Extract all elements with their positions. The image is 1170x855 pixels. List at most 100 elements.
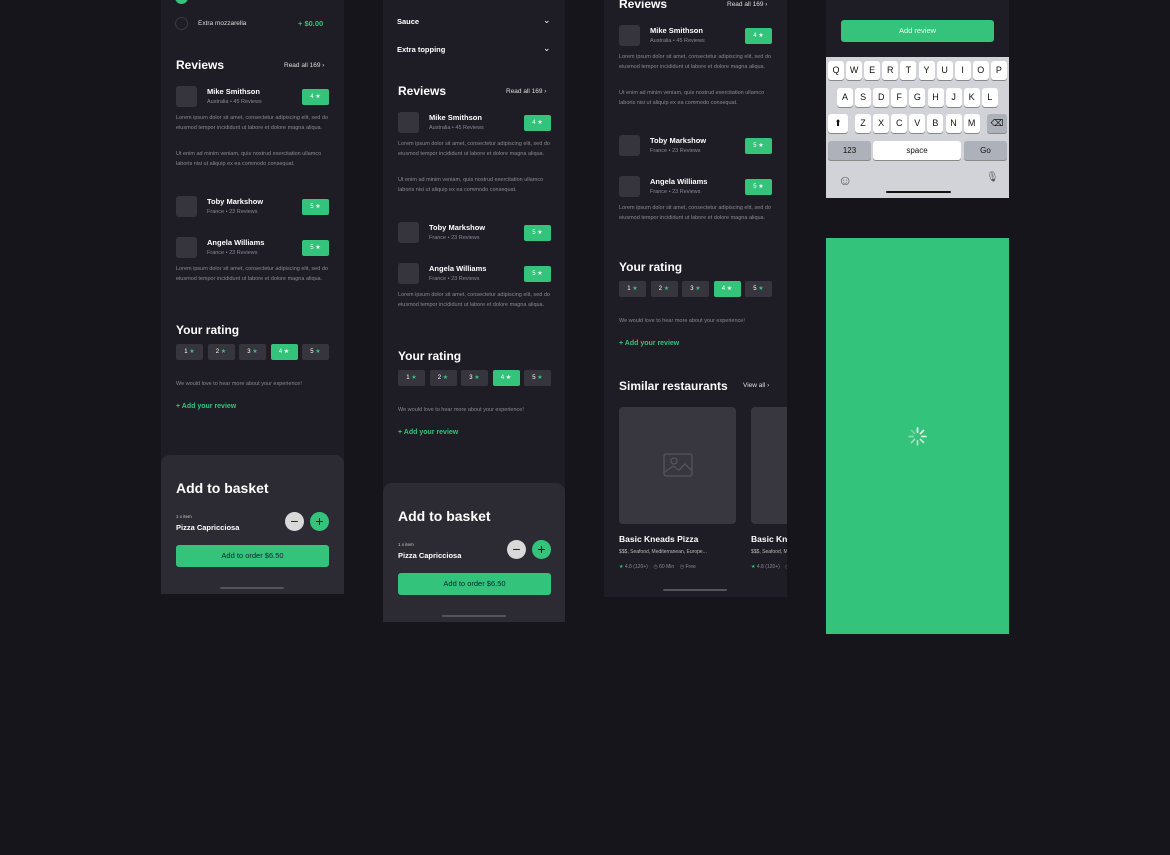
add-your-review-link[interactable]: + Add your review	[398, 429, 458, 436]
reviewer-meta: France • 23 Reviews	[650, 189, 701, 195]
key-l[interactable]: L	[981, 88, 998, 107]
reviewer-name: Mike Smithson	[650, 26, 703, 35]
key-u[interactable]: U	[936, 61, 953, 80]
decrease-quantity-button[interactable]: −	[507, 540, 526, 559]
chevron-down-icon[interactable]: ⌄	[543, 15, 551, 26]
rating-badge: 4 ★	[524, 115, 551, 131]
rating-option-3[interactable]: 3 ★	[239, 344, 266, 360]
key-q[interactable]: Q	[828, 61, 844, 80]
review-text: Lorem ipsum dolor sit amet, consectetur …	[398, 292, 550, 308]
chevron-down-icon[interactable]: ⌄	[543, 43, 551, 54]
increase-quantity-button[interactable]: +	[310, 512, 329, 531]
key-o[interactable]: O	[972, 61, 989, 80]
rating-option-1[interactable]: 1 ★	[398, 370, 425, 386]
reviewer-name: Mike Smithson	[429, 113, 482, 122]
key-c[interactable]: C	[891, 114, 908, 133]
item-count: 1 x item	[176, 514, 192, 519]
add-review-button[interactable]: Add review	[841, 20, 994, 42]
go-key[interactable]: Go	[964, 141, 1007, 160]
key-w[interactable]: W	[846, 61, 863, 80]
key-y[interactable]: Y	[918, 61, 935, 80]
restaurant-stats: ★ 4.8 (120+) ◷ 60 Min ◷ Free	[619, 564, 696, 570]
key-t[interactable]: T	[900, 61, 917, 80]
key-d[interactable]: D	[873, 88, 890, 107]
home-indicator	[663, 589, 727, 591]
read-all-link[interactable]: Read all 169 ›	[506, 88, 546, 95]
rating-option-1[interactable]: 1 ★	[176, 344, 203, 360]
key-i[interactable]: I	[954, 61, 971, 80]
backspace-key[interactable]: ⌫	[987, 114, 1007, 133]
rating-badge: 5 ★	[745, 138, 772, 154]
key-n[interactable]: N	[945, 114, 962, 133]
rating-option-5[interactable]: 5 ★	[524, 370, 551, 386]
restaurant-stats: ★ 4.8 (120+) ◷ 60 Min ◷ Free	[751, 564, 787, 570]
rating-option-2[interactable]: 2 ★	[429, 370, 457, 386]
key-f[interactable]: F	[891, 88, 908, 107]
sauce-dropdown[interactable]: Sauce	[397, 17, 419, 26]
shift-key[interactable]: ⬆	[828, 114, 848, 133]
rating-option-2[interactable]: 2 ★	[207, 344, 235, 360]
option-radio[interactable]	[175, 17, 188, 30]
add-to-order-button[interactable]: Add to order $6.50	[398, 573, 551, 595]
rating-option-1[interactable]: 1 ★	[619, 281, 646, 297]
key-g[interactable]: G	[909, 88, 926, 107]
screen-loading	[826, 238, 1009, 634]
rating-option-4[interactable]: 4 ★	[492, 370, 520, 386]
emoji-icon[interactable]: ☺	[838, 172, 852, 188]
rating-option-4[interactable]: 4 ★	[713, 281, 741, 297]
reviewer-meta: Australia • 45 Reviews	[650, 38, 705, 44]
rating-option-3[interactable]: 3 ★	[461, 370, 488, 386]
rating-option-3[interactable]: 3 ★	[682, 281, 709, 297]
star-icon: ★	[313, 94, 321, 100]
space-key[interactable]: space	[873, 141, 961, 160]
read-all-link[interactable]: Read all 169 ›	[284, 62, 324, 69]
restaurant-image[interactable]	[751, 407, 787, 524]
rating-option-5[interactable]: 5 ★	[302, 344, 329, 360]
rating-option-5[interactable]: 5 ★	[745, 281, 772, 297]
numbers-key[interactable]: 123	[828, 141, 871, 160]
rating-option-4[interactable]: 4 ★	[270, 344, 298, 360]
restaurant-name[interactable]: Basic Kneads Pizza	[619, 534, 698, 544]
rating-badge: 5 ★	[302, 240, 329, 256]
key-x[interactable]: X	[873, 114, 890, 133]
key-k[interactable]: K	[963, 88, 980, 107]
key-h[interactable]: H	[927, 88, 944, 107]
microphone-icon[interactable]: 🎙	[986, 172, 999, 183]
increase-quantity-button[interactable]: +	[532, 540, 551, 559]
add-your-review-link[interactable]: + Add your review	[619, 340, 679, 347]
screen-product-2: Sauce ⌄ Extra topping ⌄ Reviews Read all 169 …	[383, 0, 565, 622]
delivery-time: 60 Min	[659, 564, 675, 570]
add-to-order-button[interactable]: Add to order $6.50	[176, 545, 329, 567]
rating-badge: 5 ★	[745, 179, 772, 195]
key-r[interactable]: R	[882, 61, 899, 80]
reviewer-meta: Australia • 45 Reviews	[429, 125, 484, 131]
rating-hint: We would love to hear more about your ex…	[619, 318, 745, 324]
read-all-link[interactable]: Read all 169 ›	[727, 1, 767, 8]
restaurant-image[interactable]	[619, 407, 736, 524]
star-icon: ★	[751, 564, 756, 570]
add-your-review-link[interactable]: + Add your review	[176, 403, 236, 410]
option-radio-selected[interactable]	[175, 0, 188, 4]
key-p[interactable]: P	[990, 61, 1007, 80]
reviewer-meta: Australia • 45 Reviews	[207, 99, 262, 105]
review-text: Ut enim ad minim veniam, quis nostrud ex…	[398, 177, 544, 193]
basket-title: Add to basket	[398, 508, 491, 524]
view-all-link[interactable]: View all ›	[743, 382, 769, 389]
rating-badge: 5 ★	[524, 225, 551, 241]
key-m[interactable]: M	[963, 114, 980, 133]
key-s[interactable]: S	[855, 88, 872, 107]
key-a[interactable]: A	[837, 88, 853, 107]
key-z[interactable]: Z	[855, 114, 871, 133]
rating-option-2[interactable]: 2 ★	[650, 281, 678, 297]
restaurant-name[interactable]: Basic Kneads Pizza	[751, 534, 787, 544]
key-e[interactable]: E	[864, 61, 881, 80]
extra-topping-dropdown[interactable]: Extra topping	[397, 45, 445, 54]
key-j[interactable]: J	[945, 88, 962, 107]
decrease-quantity-button[interactable]: −	[285, 512, 304, 531]
rating-hint: We would love to hear more about your ex…	[176, 381, 302, 387]
star-icon: ★	[725, 286, 733, 292]
key-b[interactable]: B	[927, 114, 944, 133]
key-v[interactable]: V	[909, 114, 926, 133]
reviewer-avatar	[398, 112, 419, 133]
rating-badge: 5 ★	[524, 266, 551, 282]
